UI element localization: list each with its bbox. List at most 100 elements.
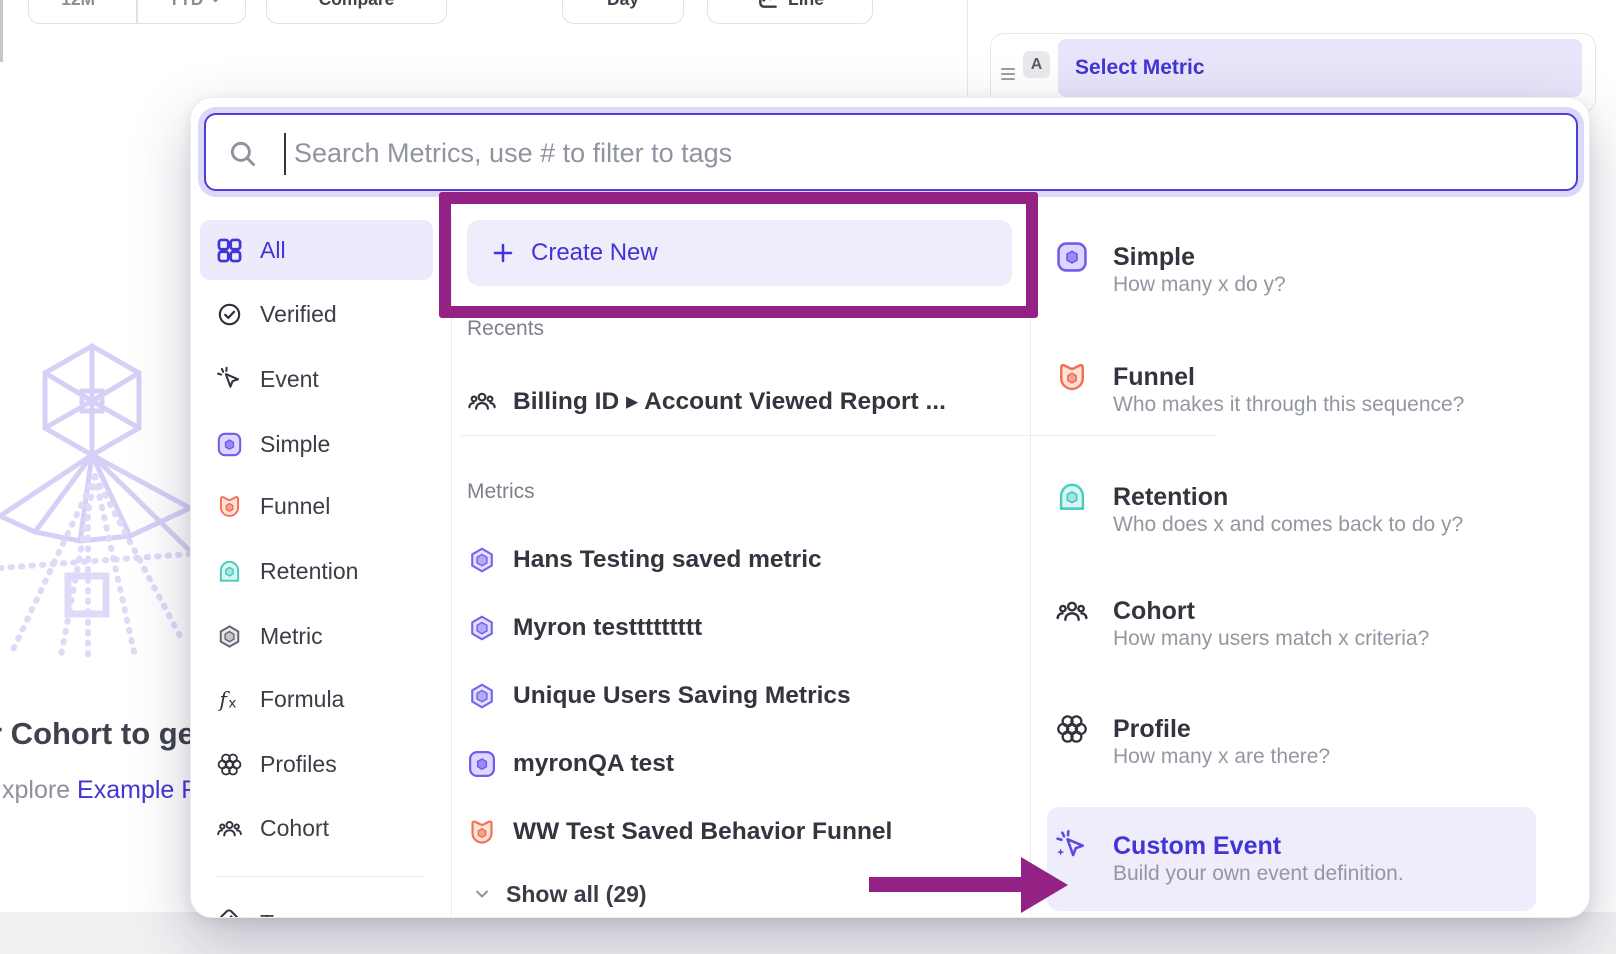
- sidebar-item-label: Event: [260, 366, 319, 393]
- recents-section-label: Recents: [467, 317, 544, 341]
- compare-button[interactable]: Compare: [266, 0, 447, 24]
- show-all-button[interactable]: Show all (29): [472, 872, 647, 916]
- drag-handle-icon[interactable]: [999, 60, 1019, 88]
- range-ytd-label: YTD: [168, 0, 203, 10]
- retention-icon: [1055, 480, 1089, 514]
- event-icon: [216, 366, 243, 393]
- formula-icon: f x: [216, 686, 243, 713]
- sidebar-item-tags[interactable]: Tags: [260, 910, 309, 918]
- granularity-button[interactable]: Day: [562, 0, 684, 24]
- select-metric-pill[interactable]: Select Metric: [1058, 39, 1582, 97]
- metric-item-label: Myron testtttttttt: [513, 614, 702, 642]
- type-desc: How many users match x criteria?: [1113, 626, 1429, 652]
- sidebar-item-metric[interactable]: Metric: [200, 606, 433, 666]
- empty-state-headline: r Cohort to ge: [0, 716, 195, 752]
- cohort-icon: [216, 815, 243, 842]
- cohort-icon: [467, 386, 497, 416]
- profiles-icon: [1055, 712, 1089, 746]
- metrics-section-label: Metrics: [467, 480, 535, 504]
- segment-divider: [136, 0, 138, 23]
- sidebar-item-simple[interactable]: Simple: [200, 414, 433, 474]
- sidebar-item-funnel[interactable]: Funnel: [200, 476, 433, 536]
- type-option-profile[interactable]: Profile How many x are there?: [1055, 714, 1590, 770]
- funnel-icon: [467, 817, 497, 847]
- metric-list-item[interactable]: WW Test Saved Behavior Funnel: [467, 810, 892, 854]
- metric-list-item[interactable]: Hans Testing saved metric: [467, 538, 822, 582]
- range-12m-button[interactable]: 12M: [29, 0, 127, 23]
- recent-item[interactable]: Billing ID ▸ Account Viewed Report ...: [467, 379, 946, 423]
- verified-icon: [216, 301, 243, 328]
- sidebar-item-label: Metric: [260, 623, 323, 650]
- type-desc: Build your own event definition.: [1113, 861, 1404, 887]
- recent-item-label: Billing ID ▸ Account Viewed Report ...: [513, 386, 946, 416]
- date-range-group: 12M YTD: [28, 0, 246, 24]
- page-bottom-strip: [0, 912, 1616, 954]
- subline-text: xplore: [2, 776, 77, 804]
- retention-icon: [216, 558, 243, 585]
- cohort-icon: [1055, 594, 1089, 628]
- type-option-cohort[interactable]: Cohort How many users match x criteria?: [1055, 596, 1590, 652]
- panel-edge: [0, 0, 3, 62]
- metric-list-item[interactable]: myronQA test: [467, 742, 674, 786]
- chart-type-label: Line: [788, 0, 824, 10]
- page: 12M YTD Compare Day Line A Select Metric: [0, 0, 1616, 954]
- example-link[interactable]: Example R: [77, 776, 199, 804]
- column-divider-right: [1030, 216, 1031, 918]
- sidebar-item-formula[interactable]: f x Formula: [200, 669, 433, 729]
- type-desc: How many x do y?: [1113, 272, 1286, 298]
- empty-state-subline: xplore Example R: [2, 776, 199, 805]
- annotation-arrow-head: [1021, 857, 1068, 913]
- series-badge[interactable]: A: [1023, 51, 1050, 78]
- select-metric-label: Select Metric: [1075, 56, 1205, 79]
- grid-icon: [216, 237, 243, 264]
- metric-icon: [467, 613, 497, 643]
- type-title: Cohort: [1113, 596, 1429, 626]
- empty-state-illustration: [0, 336, 190, 666]
- simple-icon: [1055, 240, 1089, 274]
- line-chart-icon: [756, 0, 779, 11]
- sidebar-item-label: Simple: [260, 431, 330, 458]
- profiles-icon: [216, 751, 243, 778]
- type-option-retention[interactable]: Retention Who does x and comes back to d…: [1055, 482, 1590, 538]
- metric-icon: [467, 681, 497, 711]
- type-desc: Who does x and comes back to do y?: [1113, 512, 1463, 538]
- series-badge-label: A: [1031, 56, 1043, 74]
- type-option-custom-event[interactable]: Custom Event Build your own event defini…: [1055, 831, 1590, 887]
- sidebar-item-all[interactable]: All: [200, 220, 433, 280]
- tag-icon: [216, 906, 242, 918]
- sidebar-item-retention[interactable]: Retention: [200, 541, 433, 601]
- search-input[interactable]: [266, 117, 1576, 189]
- sidebar-item-label: Retention: [260, 558, 358, 585]
- sidebar-item-cohort[interactable]: Cohort: [200, 798, 433, 858]
- type-title: Profile: [1113, 714, 1330, 744]
- type-option-simple[interactable]: Simple How many x do y?: [1055, 242, 1590, 298]
- type-option-funnel[interactable]: Funnel Who makes it through this sequenc…: [1055, 362, 1590, 418]
- sidebar-item-verified[interactable]: Verified: [200, 284, 433, 344]
- funnel-icon: [1055, 360, 1089, 394]
- range-12m-label: 12M: [61, 0, 95, 10]
- type-desc: Who makes it through this sequence?: [1113, 392, 1464, 418]
- simple-icon: [216, 431, 243, 458]
- type-title: Retention: [1113, 482, 1463, 512]
- sidebar-item-label: Funnel: [260, 493, 330, 520]
- simple-icon: [467, 749, 497, 779]
- annotation-arrow-shaft: [869, 877, 1022, 892]
- search-box: [204, 113, 1578, 191]
- metric-item-label: WW Test Saved Behavior Funnel: [513, 818, 892, 846]
- metric-item-label: Unique Users Saving Metrics: [513, 682, 851, 710]
- chart-type-button[interactable]: Line: [707, 0, 873, 24]
- sidebar-item-event[interactable]: Event: [200, 349, 433, 409]
- sidebar-item-label: Profiles: [260, 751, 337, 778]
- metric-list-item[interactable]: Myron testtttttttt: [467, 606, 702, 650]
- show-all-label: Show all (29): [506, 881, 647, 908]
- range-ytd-button[interactable]: YTD: [147, 0, 245, 23]
- chevron-down-icon: [472, 884, 492, 904]
- metric-list-item[interactable]: Unique Users Saving Metrics: [467, 674, 851, 718]
- metric-item-label: myronQA test: [513, 750, 674, 778]
- sidebar-item-label: Formula: [260, 686, 344, 713]
- sidebar-item-profiles[interactable]: Profiles: [200, 734, 433, 794]
- annotation-rectangle: [439, 192, 1038, 318]
- sidebar-item-label: Cohort: [260, 815, 329, 842]
- funnel-icon: [216, 493, 243, 520]
- sidebar-divider: [216, 876, 424, 877]
